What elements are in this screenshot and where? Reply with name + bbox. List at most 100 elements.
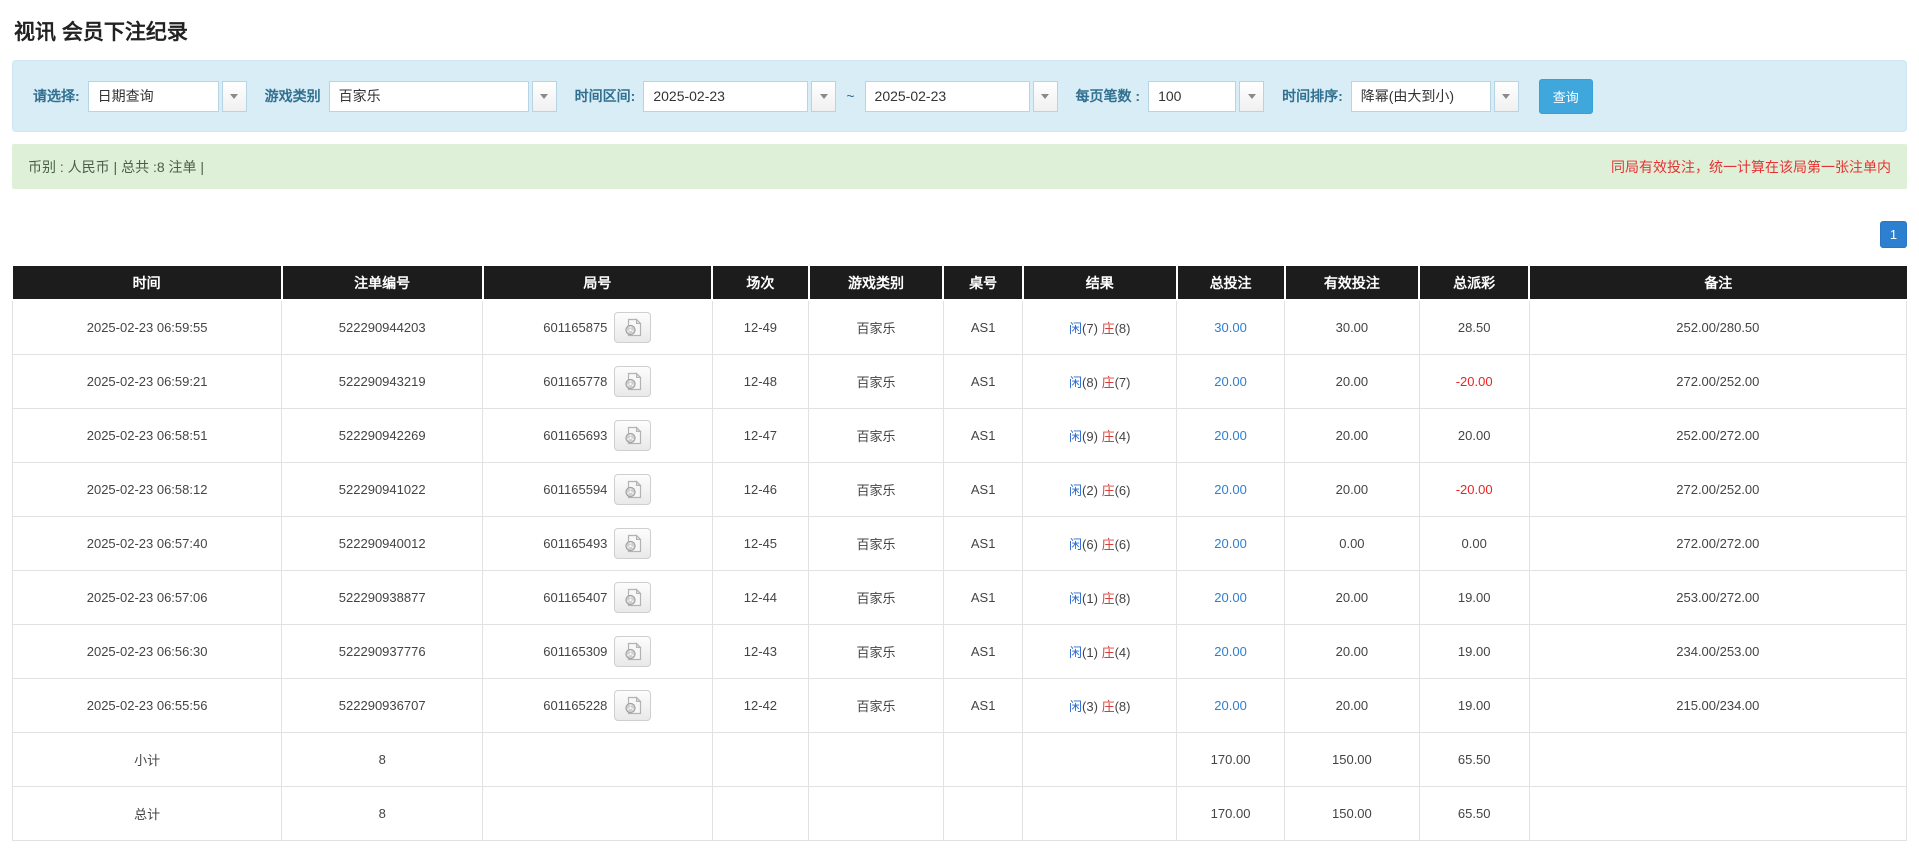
- result-banker-score: (8): [1114, 320, 1131, 336]
- date-to-dropdown-button[interactable]: [1032, 80, 1058, 112]
- time-sort-dropdown-button[interactable]: [1493, 80, 1519, 112]
- video-replay-button[interactable]: [614, 581, 652, 613]
- chevron-down-icon: [1247, 93, 1256, 99]
- cell-table-no: AS1: [942, 569, 1024, 625]
- cell-game-type: 百家乐: [808, 299, 944, 355]
- video-replay-button[interactable]: [614, 365, 652, 397]
- per-page-dropdown-button[interactable]: [1239, 80, 1265, 112]
- total-bet-link[interactable]: 20.00: [1214, 482, 1247, 497]
- total-bet-link[interactable]: 20.00: [1214, 536, 1247, 551]
- round-no-value: 601165493: [543, 535, 608, 551]
- notice-text: 同局有效投注，统一计算在该局第一张注单内: [1611, 158, 1891, 175]
- cell-session: 12-49: [711, 299, 810, 355]
- result-player: 闲: [1069, 698, 1083, 714]
- round-no-value: 601165407: [543, 589, 608, 605]
- result-player-score: (7): [1082, 320, 1098, 336]
- date-from-field[interactable]: 2025-02-23: [643, 80, 809, 112]
- chevron-down-icon: [1041, 93, 1050, 99]
- time-sort-field[interactable]: 降幂(由大到小): [1350, 80, 1491, 112]
- cell-payout: 19.00: [1418, 677, 1530, 733]
- video-replay-button[interactable]: [614, 473, 652, 505]
- table-row: 2025-02-23 06:58:51 522290942269 6011656…: [11, 407, 1908, 463]
- cell-time: 2025-02-23 06:59:55: [11, 299, 283, 355]
- cell-round-no: 601165594: [482, 461, 713, 517]
- table-row: 2025-02-23 06:57:06 522290938877 6011654…: [11, 569, 1908, 625]
- col-header-game-type: 游戏类别: [808, 266, 945, 301]
- payout-value: 19.00: [1457, 697, 1491, 713]
- table-row: 2025-02-23 06:56:30 522290937776 6011653…: [11, 623, 1908, 679]
- result-banker: 庄: [1101, 428, 1115, 444]
- round-no-value: 601165778: [543, 373, 608, 389]
- currency-summary-text: 币别 : 人民币 | 总共 :8 注单 |: [28, 158, 205, 175]
- date-from-dropdown-button[interactable]: [811, 80, 837, 112]
- cell-time: 2025-02-23 06:55:56: [11, 677, 283, 733]
- cell-remark: 252.00/272.00: [1528, 407, 1908, 463]
- video-replay-button[interactable]: [614, 689, 652, 721]
- cell-total-bet: 20.00: [1176, 623, 1286, 679]
- date-to-field[interactable]: 2025-02-23: [864, 80, 1030, 112]
- result-banker: 庄: [1101, 590, 1115, 606]
- total-bet-link[interactable]: 20.00: [1214, 374, 1247, 389]
- col-header-payout: 总派彩: [1419, 266, 1531, 301]
- result-player-score: (3): [1082, 698, 1098, 714]
- result-player-score: (2): [1082, 482, 1098, 498]
- cell-valid-bet: 20.00: [1284, 407, 1420, 463]
- per-page-field[interactable]: 100: [1148, 80, 1237, 112]
- result-player-score: (9): [1082, 428, 1098, 444]
- cell-total-bet: 20.00: [1176, 353, 1286, 409]
- subtotal-valid-bet: 150.00: [1284, 731, 1420, 787]
- payout-value: 19.00: [1457, 589, 1491, 605]
- video-replay-button[interactable]: [614, 419, 652, 451]
- game-type-dropdown-button[interactable]: [531, 80, 557, 112]
- total-bet-link[interactable]: 30.00: [1214, 320, 1247, 335]
- page-1-button[interactable]: 1: [1880, 221, 1907, 248]
- video-replay-button[interactable]: [614, 311, 652, 343]
- total-bet-link[interactable]: 20.00: [1214, 428, 1247, 443]
- total-bet-link[interactable]: 20.00: [1214, 590, 1247, 605]
- cell-session: 12-45: [711, 515, 810, 571]
- cell-game-type: 百家乐: [808, 461, 944, 517]
- query-type-dropdown-button[interactable]: [221, 80, 247, 112]
- result-banker-score: (6): [1114, 482, 1131, 498]
- cell-bet-no: 522290944203: [281, 299, 484, 355]
- total-bet-link[interactable]: 20.00: [1214, 644, 1247, 659]
- search-button[interactable]: 查询: [1538, 78, 1593, 114]
- cell-total-bet: 20.00: [1176, 677, 1286, 733]
- result-banker: 庄: [1101, 536, 1115, 552]
- bet-records-table: 时间 注单编号 局号 场次 游戏类别 桌号 结果 总投注 有效投注 总派彩 备注…: [11, 266, 1908, 841]
- video-replay-icon: [625, 533, 642, 552]
- time-range-label: 时间区间:: [574, 88, 636, 104]
- query-type-field[interactable]: 日期查询: [87, 80, 219, 112]
- cell-valid-bet: 20.00: [1284, 623, 1420, 679]
- cell-round-no: 601165228: [482, 677, 713, 733]
- col-header-result: 结果: [1022, 266, 1178, 301]
- cell-table-no: AS1: [942, 353, 1024, 409]
- total-bet-link[interactable]: 20.00: [1214, 698, 1247, 713]
- game-type-combobox: 百家乐: [328, 80, 557, 112]
- video-replay-button[interactable]: [614, 635, 652, 667]
- video-replay-button[interactable]: [614, 527, 652, 559]
- cell-remark: 272.00/252.00: [1528, 353, 1908, 409]
- page-title: 视讯 会员下注纪录: [14, 21, 188, 44]
- col-header-remark: 备注: [1529, 266, 1907, 301]
- cell-result: 闲(1) 庄(4): [1022, 623, 1178, 679]
- result-player: 闲: [1069, 536, 1083, 552]
- cell-result: 闲(2) 庄(6): [1022, 461, 1178, 517]
- table-row: 2025-02-23 06:59:21 522290943219 6011657…: [11, 353, 1908, 409]
- result-player: 闲: [1069, 590, 1083, 606]
- total-row: 总计 8 170.00 150.00 65.50: [11, 785, 1908, 841]
- result-banker-score: (6): [1114, 536, 1131, 552]
- cell-table-no: AS1: [942, 677, 1024, 733]
- cell-game-type: 百家乐: [808, 569, 944, 625]
- cell-valid-bet: 20.00: [1284, 677, 1420, 733]
- col-header-session: 场次: [712, 266, 810, 301]
- cell-session: 12-46: [711, 461, 810, 517]
- cell-time: 2025-02-23 06:56:30: [11, 623, 283, 679]
- cell-result: 闲(1) 庄(8): [1022, 569, 1178, 625]
- cell-bet-no: 522290940012: [281, 515, 484, 571]
- result-player-score: (1): [1082, 644, 1098, 660]
- query-type-combobox: 日期查询: [87, 80, 247, 112]
- cell-round-no: 601165693: [482, 407, 713, 463]
- game-type-field[interactable]: 百家乐: [328, 80, 529, 112]
- result-banker-score: (4): [1114, 428, 1131, 444]
